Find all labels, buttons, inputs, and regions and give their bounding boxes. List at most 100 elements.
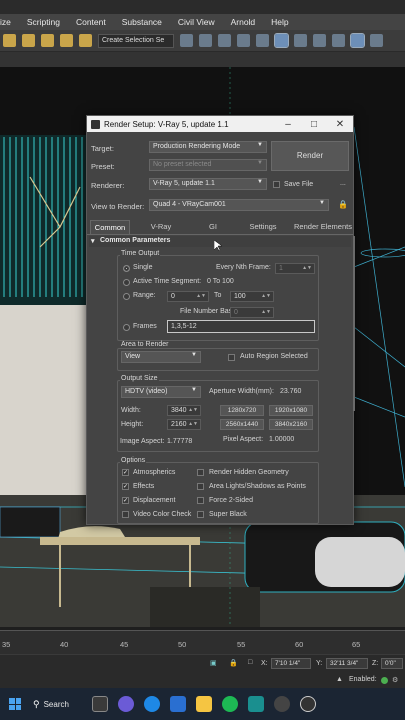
lock-icon[interactable]: 🔒 xyxy=(338,200,348,209)
displacement-label: Displacement xyxy=(133,497,176,504)
aperture-width-value[interactable]: 23.760 xyxy=(280,388,301,395)
curve-editor-icon[interactable] xyxy=(274,33,289,48)
time-ruler[interactable]: 35 40 45 50 55 60 65 xyxy=(0,630,405,654)
height-spinner[interactable]: 2160 ▲▼ xyxy=(167,419,201,430)
selection-set-dropdown[interactable]: Create Selection Se xyxy=(98,33,174,48)
isolate-icon[interactable]: ▣ xyxy=(210,659,217,667)
maximize-icon[interactable]: □ xyxy=(301,119,327,130)
every-nth-frame-spinner[interactable]: 1 ▲▼ xyxy=(275,263,315,274)
y-coordinate-field[interactable]: 32'11 3/4" xyxy=(326,658,368,669)
app-icon[interactable] xyxy=(299,696,316,712)
area-lights-checkbox[interactable] xyxy=(197,483,204,490)
range-radio[interactable] xyxy=(123,293,130,300)
menu-item-help[interactable]: Help xyxy=(263,17,296,27)
menu-item-content[interactable]: Content xyxy=(68,17,114,27)
file-number-base-spinner[interactable]: 0 ▲▼ xyxy=(230,307,274,318)
edit-named-selection-icon[interactable] xyxy=(79,34,92,47)
mirror-icon[interactable] xyxy=(180,34,193,47)
start-icon[interactable] xyxy=(9,698,21,710)
effects-checkbox[interactable]: ✓ xyxy=(122,483,129,490)
menu-item-civil-view[interactable]: Civil View xyxy=(170,17,223,27)
menu-bar: ize Scripting Content Substance Civil Vi… xyxy=(0,14,405,30)
frames-label: Frames xyxy=(133,323,157,330)
save-file-checkbox[interactable] xyxy=(273,181,280,188)
width-spinner[interactable]: 3840 ▲▼ xyxy=(167,405,201,416)
render-button[interactable]: Render xyxy=(271,141,349,171)
layer-icon[interactable] xyxy=(218,34,231,47)
3ds-max-icon[interactable] xyxy=(247,696,264,712)
range-to-spinner[interactable]: 100 ▲▼ xyxy=(230,291,274,302)
preset-1920x1080-button[interactable]: 1920x1080 xyxy=(269,405,313,416)
area-to-render-dropdown[interactable]: View ▼ xyxy=(121,351,201,363)
absolute-mode-icon[interactable]: □ xyxy=(248,659,252,666)
view-to-render-dropdown[interactable]: Quad 4 - VRayCam001 ▼ xyxy=(149,199,329,211)
active-time-segment-radio[interactable] xyxy=(123,279,130,286)
renderer-dropdown[interactable]: V-Ray 5, update 1.1 ▼ xyxy=(149,178,267,190)
displacement-checkbox[interactable]: ✓ xyxy=(122,497,129,504)
snap-icon[interactable] xyxy=(3,34,16,47)
preset-dropdown[interactable]: No preset selected ▼ xyxy=(149,159,267,171)
percent-snap-icon[interactable] xyxy=(41,34,54,47)
render-icon[interactable] xyxy=(370,34,383,47)
output-size-format-dropdown[interactable]: HDTV (video) ▼ xyxy=(121,386,201,398)
dialog-title-bar[interactable]: Render Setup: V-Ray 5, update 1.1 – □ ✕ xyxy=(87,116,353,132)
render-hidden-geometry-checkbox[interactable] xyxy=(197,469,204,476)
image-aspect-value[interactable]: 1.77778 xyxy=(167,438,192,445)
single-radio[interactable] xyxy=(123,265,130,272)
search-label[interactable]: Search xyxy=(44,700,69,709)
file-explorer-icon[interactable] xyxy=(195,696,212,712)
spinner-snap-icon[interactable] xyxy=(60,34,73,47)
save-file-browse-button[interactable]: ... xyxy=(340,180,346,187)
tab-common[interactable]: Common xyxy=(90,220,130,234)
video-color-check-checkbox[interactable] xyxy=(122,511,129,518)
preset-2560x1440-button[interactable]: 2560x1440 xyxy=(220,419,264,430)
atmospherics-checkbox[interactable]: ✓ xyxy=(122,469,129,476)
windows-taskbar: ⚲ Search xyxy=(0,688,405,720)
menu-item-substance[interactable]: Substance xyxy=(114,17,170,27)
frames-radio[interactable] xyxy=(123,324,130,331)
menu-item-ize[interactable]: ize xyxy=(0,17,19,27)
tab-settings[interactable]: Settings xyxy=(241,220,285,234)
tab-render-elements[interactable]: Render Elements xyxy=(292,220,354,234)
chat-icon[interactable] xyxy=(117,696,134,712)
close-icon[interactable]: ✕ xyxy=(327,119,353,130)
material-editor-icon[interactable] xyxy=(313,34,326,47)
lock-selection-icon[interactable]: 🔒 xyxy=(229,659,238,667)
vray-frame-icon[interactable] xyxy=(273,696,290,712)
auto-region-checkbox[interactable] xyxy=(228,354,235,361)
tab-gi[interactable]: GI xyxy=(191,220,235,234)
scene-explorer-icon[interactable] xyxy=(237,34,250,47)
menu-item-scripting[interactable]: Scripting xyxy=(19,17,68,27)
super-black-checkbox[interactable] xyxy=(197,511,204,518)
mail-icon[interactable] xyxy=(169,696,186,712)
pixel-aspect-value[interactable]: 1.00000 xyxy=(269,436,294,443)
ribbon-icon[interactable] xyxy=(256,34,269,47)
render-setup-icon[interactable] xyxy=(332,34,345,47)
tab-vray[interactable]: V-Ray xyxy=(139,220,183,234)
menu-item-arnold[interactable]: Arnold xyxy=(223,17,264,27)
target-dropdown[interactable]: Production Rendering Mode ▼ xyxy=(149,141,267,153)
schematic-view-icon[interactable] xyxy=(294,34,307,47)
force-2-sided-checkbox[interactable] xyxy=(197,497,204,504)
x-coordinate-field[interactable]: 7'10 1/4" xyxy=(271,658,311,669)
preset-1280x720-button[interactable]: 1280x720 xyxy=(220,405,264,416)
align-icon[interactable] xyxy=(199,34,212,47)
dialog-scrollbar[interactable] xyxy=(353,236,355,411)
adaptive-degradation-icon[interactable]: ▲ xyxy=(336,676,343,683)
preset-3840x2160-button[interactable]: 3840x2160 xyxy=(269,419,313,430)
task-view-icon[interactable] xyxy=(91,696,108,712)
gear-icon[interactable]: ⚙ xyxy=(392,676,398,684)
edge-icon[interactable] xyxy=(143,696,160,712)
range-from-spinner[interactable]: 0 ▲▼ xyxy=(167,291,209,302)
spotify-icon[interactable] xyxy=(221,696,238,712)
minimize-icon[interactable]: – xyxy=(275,119,301,130)
range-from-value: 0 xyxy=(171,293,175,300)
z-coordinate-field[interactable]: 0'0" xyxy=(381,658,403,669)
frames-input[interactable]: 1,3,5-12 xyxy=(167,320,315,333)
angle-snap-icon[interactable] xyxy=(22,34,35,47)
search-icon[interactable]: ⚲ xyxy=(33,699,40,710)
chevron-down-icon: ▼ xyxy=(257,160,263,166)
render-setup-dialog: Render Setup: V-Ray 5, update 1.1 – □ ✕ … xyxy=(86,115,355,525)
render-frame-icon[interactable] xyxy=(350,33,365,48)
file-number-base-value: 0 xyxy=(234,309,238,316)
